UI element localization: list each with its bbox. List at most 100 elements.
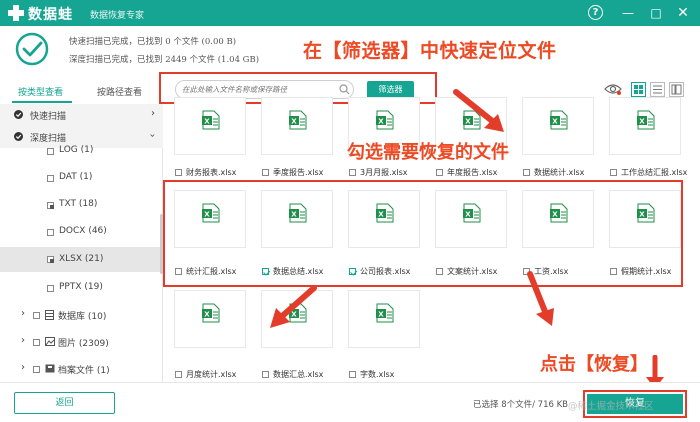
checkbox[interactable]	[47, 285, 54, 292]
search-input[interactable]	[182, 83, 332, 96]
sidebar-item-label: XLSX (21)	[59, 254, 104, 264]
tab-by-type[interactable]: 按类型查看	[18, 85, 63, 98]
sidebar-item-txt[interactable]: TXT (18)	[0, 194, 163, 216]
sidebar-item-quick-scan[interactable]: 快速扫描 ›	[0, 104, 163, 126]
eye-icon[interactable]	[604, 83, 622, 95]
image-icon	[45, 337, 55, 346]
app-subtitle: 数据恢复专家	[90, 11, 145, 21]
file-checkbox[interactable]	[349, 371, 356, 378]
recover-hint-annotation: 点击【恢复】	[540, 354, 648, 375]
file-name: 数据汇总.xlsx	[273, 370, 324, 379]
sidebar-item-label: LOG (1)	[59, 145, 94, 155]
sidebar-item-dat[interactable]: DAT (1)	[0, 167, 163, 189]
checkbox[interactable]	[33, 339, 40, 346]
selection-highlight-box	[163, 180, 683, 287]
chevron-right-icon[interactable]: ›	[21, 362, 25, 373]
file-name: 季度报告.xlsx	[273, 168, 324, 177]
svg-text:X: X	[204, 118, 210, 126]
file-caption: 季度报告.xlsx	[262, 167, 323, 178]
filter-hint-annotation: 在【筛选器】中快速定位文件	[303, 40, 557, 62]
excel-file-icon: X	[202, 110, 220, 133]
chevron-right-icon[interactable]: ›	[21, 335, 25, 346]
file-name: 月度统计.xlsx	[186, 370, 237, 379]
chevron-right-icon[interactable]: ›	[151, 108, 155, 119]
archive-icon	[45, 364, 55, 373]
svg-text:X: X	[291, 118, 297, 126]
sidebar-item-label: 数据库 (10)	[58, 312, 107, 322]
file-name: 3月月报.xlsx	[360, 168, 408, 177]
sidebar-item-xlsx[interactable]: XLSX (21)	[0, 247, 163, 272]
file-checkbox[interactable]	[175, 169, 182, 176]
file-caption: 财务报表.xlsx	[175, 167, 236, 178]
file-checkbox[interactable]	[523, 169, 530, 176]
close-button[interactable]: ✕	[674, 4, 692, 22]
detail-view-toggle[interactable]	[669, 82, 684, 97]
search-icon[interactable]	[339, 84, 350, 95]
file-caption: 数据统计.xlsx	[523, 167, 584, 178]
file-checkbox[interactable]	[262, 169, 269, 176]
svg-text:X: X	[378, 311, 384, 319]
sidebar-item-label: 快速扫描	[30, 112, 67, 122]
database-icon	[45, 310, 54, 320]
sidebar-item-label: TXT (18)	[59, 199, 98, 209]
file-name: 年度报告.xlsx	[447, 168, 498, 177]
file-thumbnail[interactable]: X	[174, 97, 246, 155]
chevron-down-icon[interactable]: ›	[147, 134, 158, 138]
svg-text:X: X	[204, 311, 210, 319]
file-checkbox[interactable]	[610, 169, 617, 176]
excel-file-icon: X	[637, 110, 655, 133]
excel-file-icon: X	[202, 303, 220, 326]
sidebar-item-images[interactable]: › 图片 (2309)	[0, 331, 163, 353]
sidebar-item-log[interactable]: LOG (1)	[0, 140, 163, 162]
minimize-button[interactable]: —	[619, 4, 637, 22]
sidebar-item-label: 图片 (2309)	[58, 339, 109, 349]
excel-file-icon: X	[289, 110, 307, 133]
footer-bar: 返回 已选择 8个文件/ 716 KB 恢复 @稀土掘金技术社区	[0, 382, 700, 422]
checkbox[interactable]	[47, 175, 54, 182]
sidebar: 快速扫描 › 深度扫描 › LOG (1) DAT (1) TXT (18) D…	[0, 104, 163, 382]
file-thumbnail[interactable]: X	[261, 97, 333, 155]
maximize-button[interactable]: □	[647, 4, 665, 22]
sidebar-item-archive[interactable]: › 档案文件 (1)	[0, 358, 163, 380]
file-checkbox[interactable]	[175, 371, 182, 378]
checkbox-partial[interactable]	[47, 202, 54, 209]
file-thumbnail[interactable]: X	[348, 290, 420, 348]
file-thumbnail[interactable]: X	[522, 97, 594, 155]
file-checkbox[interactable]	[349, 169, 356, 176]
quick-scan-status: 快速扫描已完成，已找到 0 个文件 (0.00 B)	[69, 37, 237, 47]
file-checkbox[interactable]	[262, 371, 269, 378]
sidebar-item-docx[interactable]: DOCX (46)	[0, 221, 163, 243]
watermark-text: @稀土掘金技术社区	[568, 401, 654, 412]
file-caption: 字数.xlsx	[349, 369, 394, 380]
list-view-icon	[653, 85, 662, 94]
list-view-toggle[interactable]	[650, 82, 665, 97]
file-thumbnail[interactable]: X	[609, 97, 681, 155]
checkbox[interactable]	[47, 148, 54, 155]
deep-scan-status: 深度扫描已完成，已找到 2449 个文件 (1.04 GB)	[69, 55, 260, 65]
file-name: 财务报表.xlsx	[186, 168, 237, 177]
selection-summary: 已选择 8个文件/ 716 KB	[473, 400, 569, 410]
file-checkbox[interactable]	[436, 169, 443, 176]
grid-view-toggle[interactable]	[631, 82, 646, 97]
checkbox[interactable]	[47, 229, 54, 236]
active-tab-indicator	[12, 101, 72, 103]
file-name: 数据统计.xlsx	[534, 168, 585, 177]
checkbox-partial[interactable]	[47, 256, 54, 263]
chevron-right-icon[interactable]: ›	[21, 308, 25, 319]
svg-text:X: X	[639, 118, 645, 126]
sidebar-item-database[interactable]: › 数据库 (10)	[0, 304, 163, 326]
grid-view-icon	[634, 85, 643, 94]
excel-file-icon: X	[550, 110, 568, 133]
tab-by-path[interactable]: 按路径查看	[97, 85, 142, 98]
file-thumbnail[interactable]: X	[174, 290, 246, 348]
help-button[interactable]: ?	[588, 5, 603, 20]
sidebar-item-label: 档案文件 (1)	[58, 366, 110, 376]
checkbox[interactable]	[33, 366, 40, 373]
app-logo-icon	[8, 5, 24, 21]
arrow-icon	[527, 271, 554, 326]
back-button[interactable]: 返回	[14, 392, 115, 414]
sidebar-item-label: DAT (1)	[59, 172, 93, 182]
sidebar-item-pptx[interactable]: PPTX (19)	[0, 277, 163, 299]
checkbox[interactable]	[33, 312, 40, 319]
file-name: 工作总结汇报.xlsx	[621, 168, 688, 177]
